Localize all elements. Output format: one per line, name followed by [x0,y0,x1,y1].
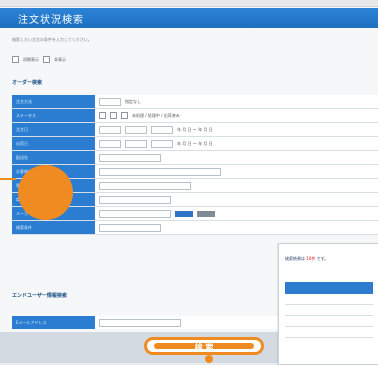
row-label: 検索条件 [12,221,95,234]
customer-name-input[interactable] [99,167,221,176]
page-subtitle: 検索したい注文の条件を入力してください。 [12,37,92,42]
status-checkbox-1[interactable] [99,112,106,119]
search-button[interactable]: 検 索 [144,337,264,355]
row-label: 出荷日 [12,137,95,150]
highlight-marker [18,165,73,220]
option-checkbox-2[interactable] [43,56,50,63]
status-checkbox-2[interactable] [110,112,117,119]
section-title-extra: エンドユーザー情報検索 [12,293,67,299]
row-label: 注文日 [12,123,95,136]
row-value [95,207,378,220]
page-header: 注文状況検索 [0,8,378,28]
ship-month-select[interactable] [125,139,147,148]
row-value: 未処理 / 処理中 / 出荷済み [95,109,378,122]
status-checkbox-3[interactable] [121,112,128,119]
results-popup: 検索結果は 10件 です。 [278,243,378,365]
row-label: 配送先 [12,151,95,164]
row-value: 年 月 日 〜 年 月 日 [95,137,378,150]
table-row: 注文方法 指定なし [12,95,378,109]
product-code-input[interactable] [99,195,171,204]
table-row: ステータス 未処理 / 処理中 / 出荷済み [12,109,378,123]
maker-clear-button[interactable] [197,210,215,217]
top-bar [0,0,378,7]
condition-input[interactable] [99,223,161,232]
page-title: 注文状況検索 [18,15,84,26]
date-year-select[interactable] [99,125,121,134]
row-value: 指定なし [95,95,378,108]
row-value [95,221,378,234]
date-month-select[interactable] [125,125,147,134]
results-row[interactable] [285,316,373,327]
table-row: 検索条件 [12,221,378,235]
option-label-2: 非表示 [54,56,66,62]
order-date-range: 年 月 日 〜 年 月 日 [177,126,213,132]
maker-input[interactable] [99,209,171,218]
phone-input[interactable] [99,181,191,190]
results-row[interactable] [285,327,373,338]
results-header [285,282,373,294]
search-table: 注文方法 指定なし ステータス 未処理 / 処理中 / 出荷済み 注文日 年 月… [12,95,378,235]
order-method-value: 指定なし [125,98,141,104]
results-suffix: です。 [316,256,329,261]
destination-input[interactable] [99,153,161,162]
results-grid [285,282,373,338]
display-options: 初期表示 非表示 [12,56,66,63]
highlight-line [0,178,16,180]
row-value [95,151,378,164]
option-label-1: 初期表示 [23,56,39,62]
results-row[interactable] [285,305,373,316]
search-button-label: 検 索 [154,343,254,352]
ship-day-select[interactable] [151,139,173,148]
row-label: ステータス [12,109,95,122]
results-row[interactable] [285,294,373,305]
table-row: 配送先 [12,151,378,165]
option-checkbox-1[interactable] [12,56,19,63]
row-value [95,193,378,206]
ship-year-select[interactable] [99,139,121,148]
date-day-select[interactable] [151,125,173,134]
cursor-indicator [205,355,213,363]
row-label: 注文方法 [12,95,95,108]
results-title: 検索結果は 10件 です。 [285,256,328,262]
maker-search-button[interactable] [175,210,193,217]
row-value [95,165,378,178]
row-value: 年 月 日 〜 年 月 日 [95,123,378,136]
footer-label: Eメールアドレス [12,316,95,329]
email-input[interactable] [99,318,181,327]
screen: 注文状況検索 検索したい注文の条件を入力してください。 初期表示 非表示 オーダ… [0,0,378,365]
status-options: 未処理 / 処理中 / 出荷済み [132,112,180,118]
row-value [95,179,378,192]
results-count: 10件 [306,256,316,261]
table-row: 出荷日 年 月 日 〜 年 月 日 [12,137,378,151]
table-row: 注文日 年 月 日 〜 年 月 日 [12,123,378,137]
results-prefix: 検索結果は [285,256,305,261]
ship-date-range: 年 月 日 〜 年 月 日 [177,140,213,146]
section-title-order: オーダー検索 [12,80,43,86]
order-method-select[interactable] [99,97,121,106]
